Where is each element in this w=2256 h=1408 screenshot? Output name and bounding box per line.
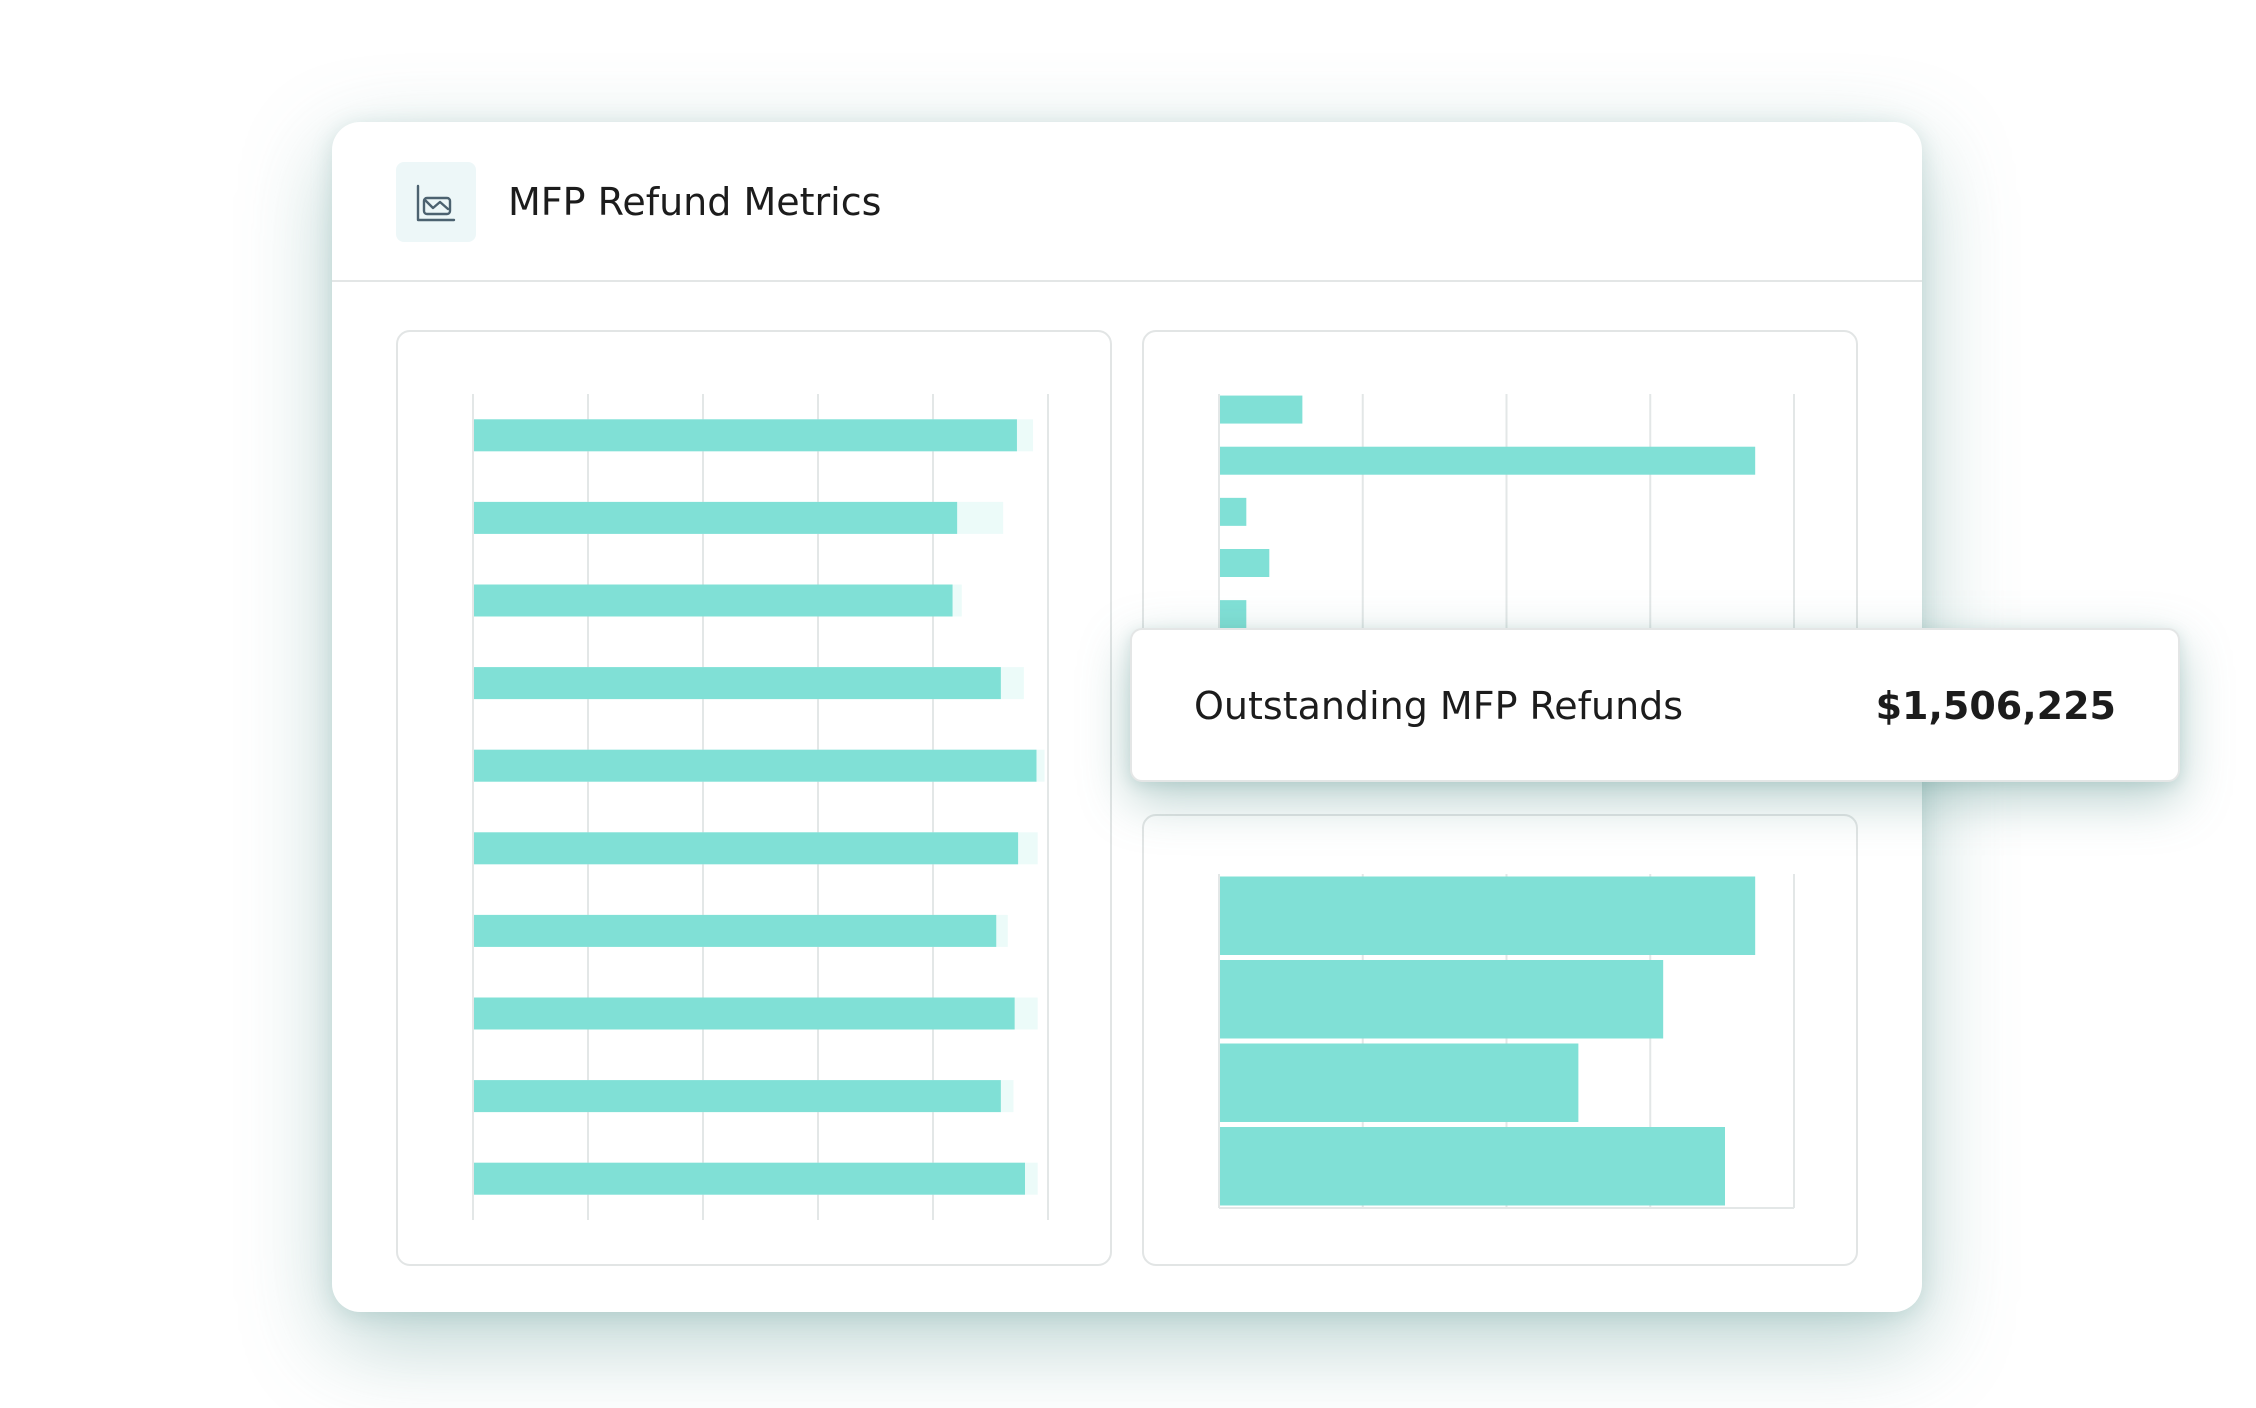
chart-left-svg	[472, 394, 1049, 1220]
bar	[1219, 446, 1756, 475]
card-header: MFP Refund Metrics	[332, 122, 1922, 282]
bar	[473, 749, 1037, 782]
bar	[1219, 549, 1270, 577]
bar	[473, 501, 958, 534]
bar	[473, 419, 1017, 452]
tooltip-label: Outstanding MFP Refunds	[1194, 684, 1684, 728]
bar	[1219, 1127, 1725, 1206]
outstanding-refunds-tooltip: Outstanding MFP Refunds $1,506,225	[1130, 628, 2180, 782]
bar	[473, 667, 1001, 700]
chart-panel-left	[396, 330, 1112, 1266]
bar	[1219, 1043, 1579, 1122]
bar	[1219, 876, 1756, 955]
bar	[1219, 395, 1303, 424]
bar	[473, 584, 953, 617]
bar	[1219, 497, 1247, 526]
bar	[473, 832, 1019, 865]
tooltip-value: $1,506,225	[1875, 684, 2116, 728]
page-title: MFP Refund Metrics	[508, 180, 882, 224]
bar	[473, 1162, 1025, 1195]
chart-bottom-right-svg	[1218, 874, 1795, 1209]
bar	[1219, 960, 1664, 1039]
bar	[473, 997, 1015, 1030]
bar	[473, 914, 997, 947]
bar	[473, 1080, 1001, 1113]
bar	[1219, 600, 1247, 629]
chart-panel-bottom-right	[1142, 814, 1858, 1266]
line-chart-icon	[396, 162, 476, 242]
